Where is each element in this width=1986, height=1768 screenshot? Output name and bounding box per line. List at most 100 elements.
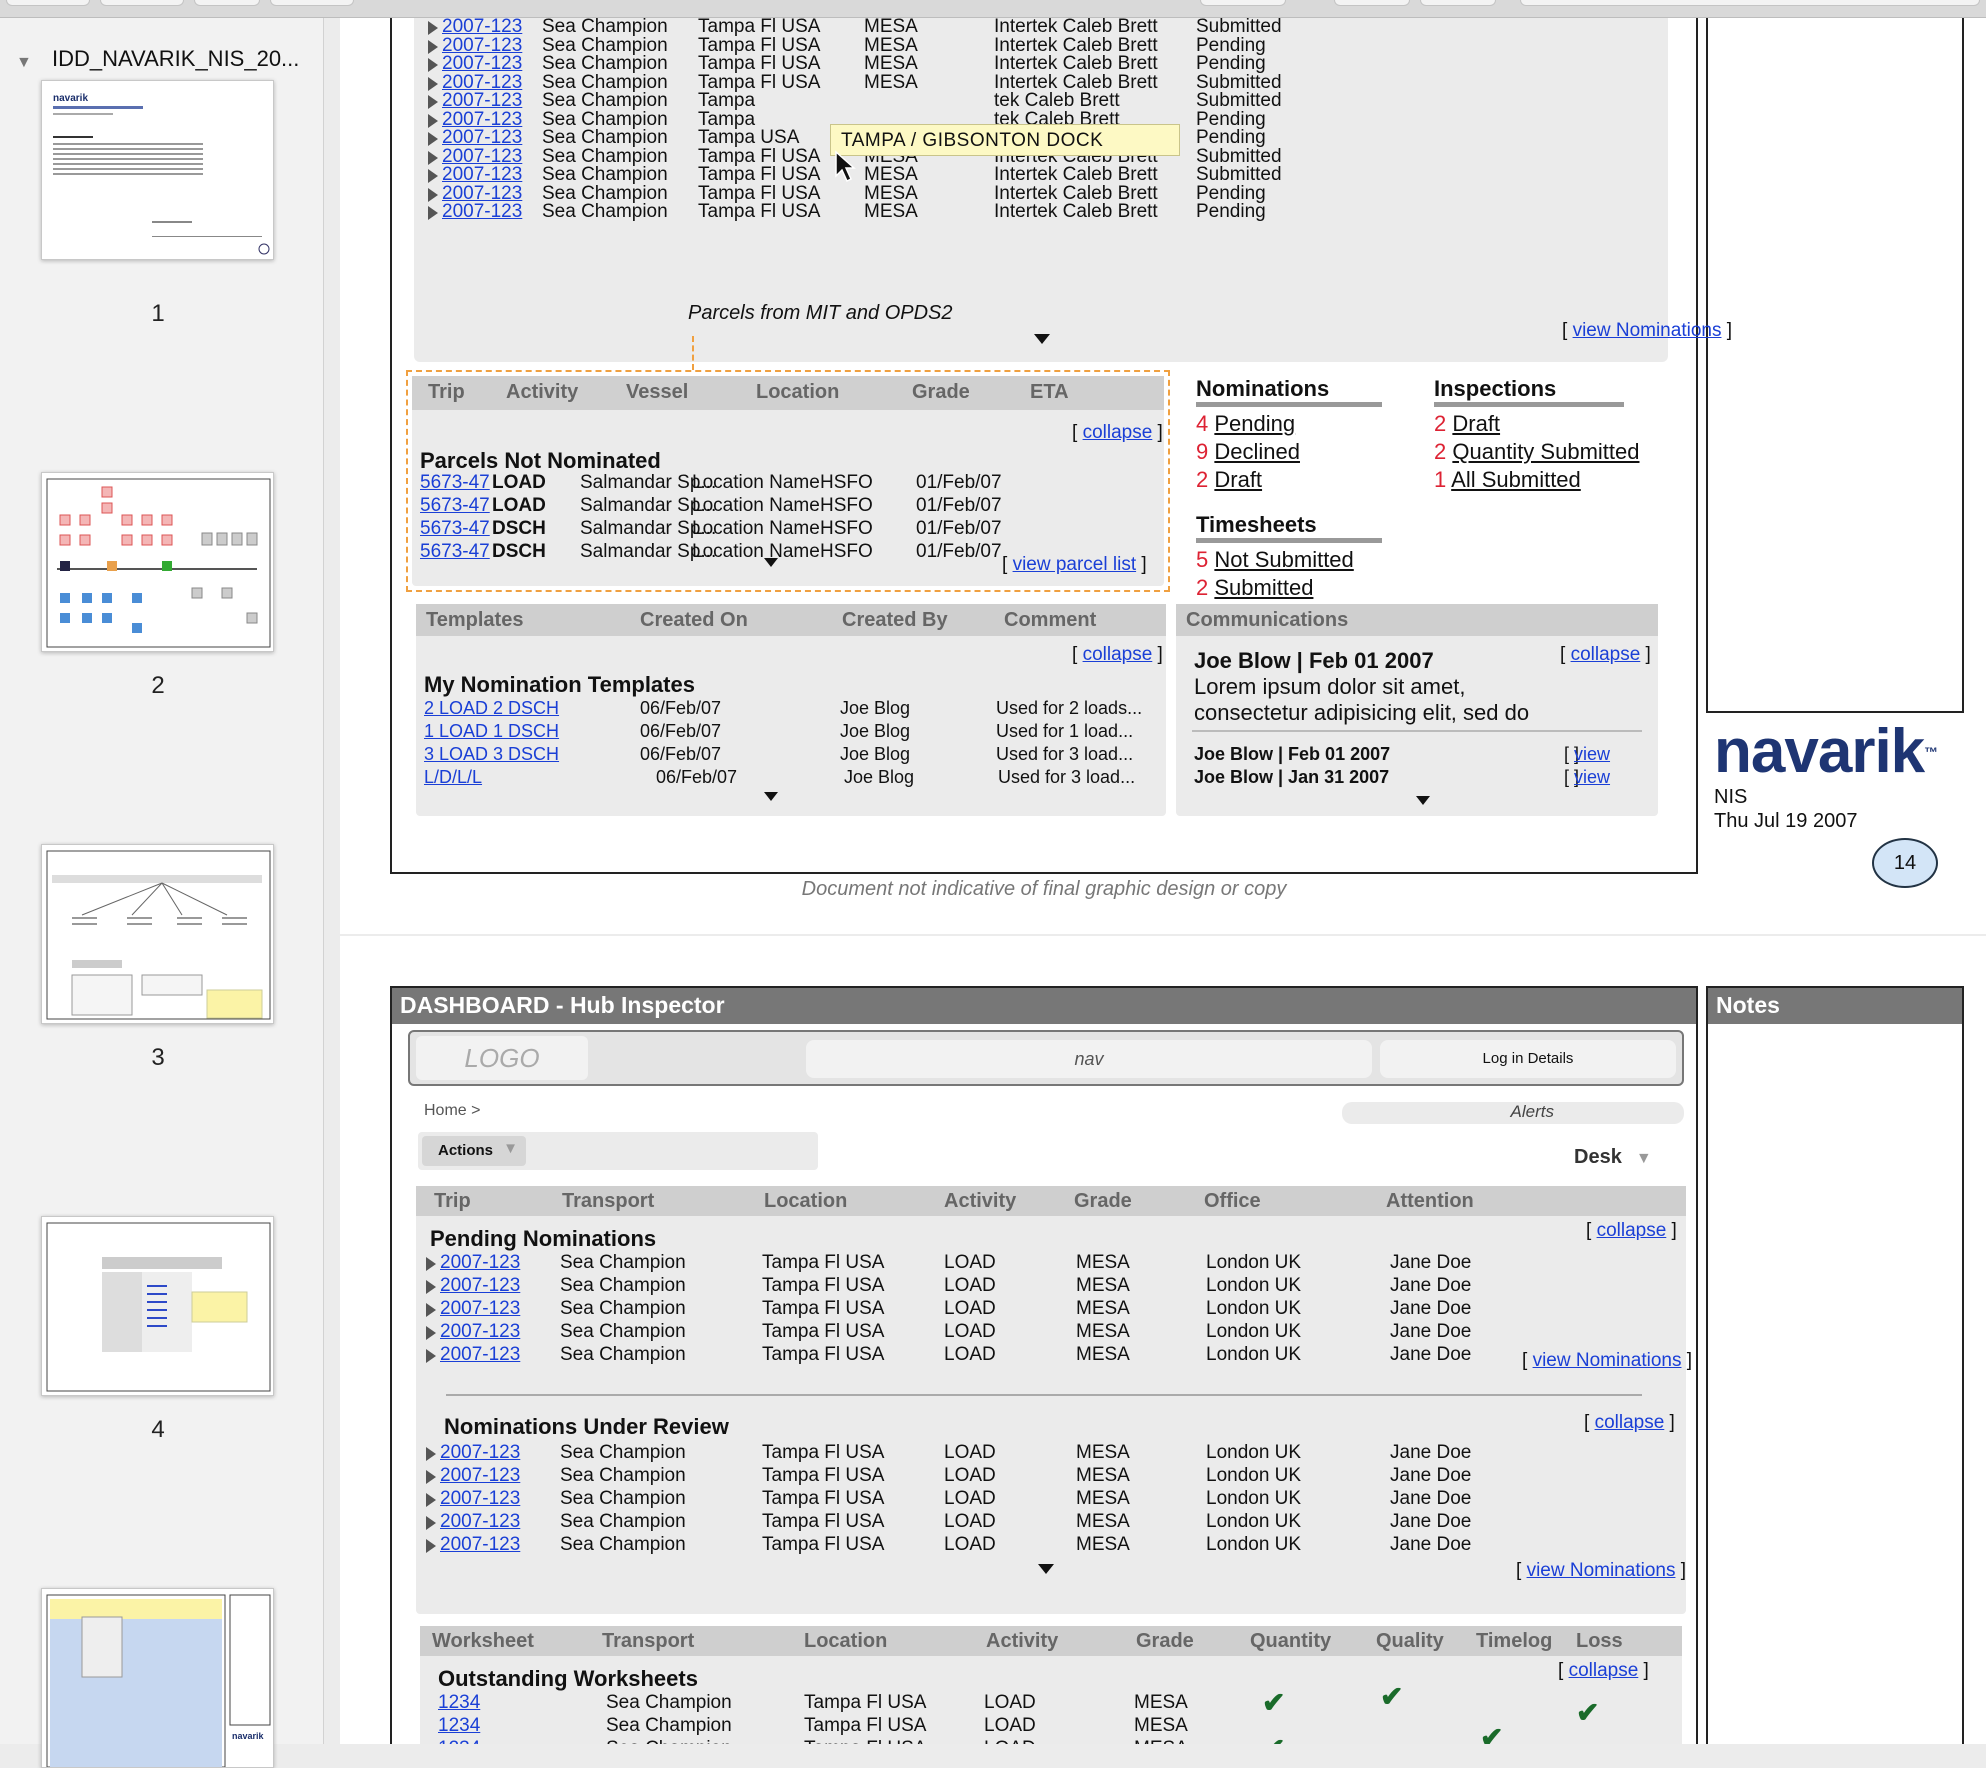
document-page-14: 2007-123 Sea Champion Tampa Fl USA MESA Inte… — [340, 18, 1986, 934]
trip-link[interactable]: 2007-123 — [440, 1465, 520, 1487]
trip-link[interactable]: 2007-123 — [440, 1298, 520, 1320]
template-link[interactable]: L/D/L/L — [424, 767, 482, 788]
trip-link[interactable]: 2007-123 — [440, 1252, 520, 1274]
template-link[interactable]: 2 LOAD 2 DSCH — [424, 698, 559, 719]
breadcrumb[interactable]: Home > — [424, 1102, 480, 1120]
toolbar-button[interactable] — [194, 0, 260, 6]
trip-link[interactable]: 2007-123 — [440, 1275, 520, 1297]
trip-link[interactable]: 5673-47 — [420, 495, 490, 517]
worksheet-link[interactable]: 1234 — [438, 1738, 480, 1744]
expand-arrow-icon[interactable] — [1416, 796, 1430, 805]
table-row: 2007-123 Sea Champion Tampa Fl USA LOAD MESA… — [416, 1275, 1516, 1299]
table-cell: MESA — [1134, 1715, 1188, 1736]
table-cell: Jane Doe — [1390, 1321, 1472, 1342]
summary-link[interactable]: Draft — [1214, 467, 1262, 492]
actions-dropdown[interactable]: Actions ▼ — [422, 1136, 526, 1166]
table-cell: Jane Doe — [1390, 1344, 1472, 1365]
trip-link[interactable]: 2007-123 — [440, 1511, 520, 1533]
table-cell: MESA — [1076, 1298, 1130, 1319]
trip-link[interactable]: 2007-123 — [440, 1442, 520, 1464]
page-thumbnail-2[interactable] — [41, 472, 274, 652]
trip-link[interactable]: 2007-123 — [440, 1344, 520, 1366]
expand-arrow-icon[interactable] — [1034, 334, 1050, 344]
view-link-wrap: [ view ] — [1564, 744, 1611, 764]
summary-item[interactable]: 2 Draft — [1434, 411, 1664, 437]
page-thumbnail-3[interactable] — [41, 844, 274, 1024]
toolbar-button[interactable] — [270, 0, 354, 6]
table-cell: Joe Blog — [840, 721, 911, 741]
table-cell: 01/Feb/07 — [916, 518, 1002, 539]
summary-link[interactable]: All Submitted — [1451, 467, 1581, 492]
collapse-link[interactable]: collapse — [1569, 1660, 1639, 1681]
view-nominations-link[interactable]: view Nominations — [1533, 1350, 1682, 1371]
summary-item[interactable]: 4 Pending — [1196, 411, 1396, 437]
page-thumbnail-5[interactable]: navarik — [41, 1588, 274, 1768]
view-link[interactable]: view — [1574, 767, 1610, 788]
table-cell: HSFO — [820, 495, 873, 516]
toolbar-button[interactable] — [6, 0, 90, 6]
view-nominations-link[interactable]: view Nominations — [1527, 1560, 1676, 1581]
expand-arrow-icon[interactable] — [764, 792, 778, 801]
summary-item[interactable]: 2 Draft — [1196, 467, 1396, 493]
view-parcel-list-link[interactable]: view parcel list — [1013, 554, 1137, 575]
toolbar-button[interactable] — [1334, 0, 1410, 6]
toolbar-button[interactable] — [1420, 0, 1496, 6]
trip-link[interactable]: 5673-47 — [420, 518, 490, 540]
summary-item[interactable]: 2 Quantity Submitted — [1434, 439, 1664, 465]
table-cell: Jane Doe — [1390, 1275, 1472, 1296]
table-cell: Sea Champion — [560, 1442, 686, 1463]
table-cell: 01/Feb/07 — [916, 472, 1002, 493]
section-title: Outstanding Worksheets — [438, 1666, 698, 1691]
table-cell: LOAD — [492, 495, 546, 516]
trip-link[interactable]: 2007-123 — [442, 201, 522, 223]
trip-link[interactable]: 2007-123 — [440, 1488, 520, 1510]
summary-link[interactable]: Pending — [1214, 411, 1295, 436]
toolbar-button[interactable] — [100, 0, 184, 6]
summary-item[interactable]: 1 All Submitted — [1434, 467, 1664, 493]
template-link[interactable]: 1 LOAD 1 DSCH — [424, 721, 559, 742]
page-label: 2 — [151, 672, 165, 699]
table-cell: LOAD — [944, 1534, 996, 1555]
table-cell: Tampa Fl USA — [762, 1465, 885, 1486]
svg-text:navarik: navarik — [53, 93, 88, 104]
collapse-link[interactable]: collapse — [1083, 644, 1153, 665]
nominations-panel: Trip Transport Location Activity Grade O… — [416, 1186, 1692, 1614]
alerts-bar[interactable]: Alerts — [1342, 1102, 1684, 1124]
expand-arrow-icon[interactable] — [764, 558, 778, 567]
summary-item[interactable]: 9 Declined — [1196, 439, 1396, 465]
disclosure-triangle-icon[interactable]: ▼ — [16, 54, 32, 72]
template-link[interactable]: 3 LOAD 3 DSCH — [424, 744, 559, 765]
view-nominations-link[interactable]: view Nominations — [1573, 320, 1722, 341]
collapse-link[interactable]: collapse — [1595, 1412, 1665, 1433]
page-thumbnail-1[interactable]: navarik — [41, 80, 274, 260]
summary-link[interactable]: Not Submitted — [1214, 547, 1353, 572]
worksheet-link[interactable]: 1234 — [438, 1715, 480, 1737]
summary-link[interactable]: Declined — [1214, 439, 1300, 464]
collapse-link[interactable]: collapse — [1083, 422, 1153, 443]
login-details[interactable]: Log in Details — [1380, 1040, 1676, 1078]
table-cell: 01/Feb/07 — [916, 495, 1002, 516]
collapse-link[interactable]: collapse — [1571, 644, 1641, 665]
summary-item[interactable]: 5 Not Submitted — [1196, 547, 1396, 573]
expand-arrow-icon[interactable] — [1038, 1564, 1054, 1574]
search-field[interactable] — [1520, 0, 1980, 6]
table-cell: Jane Doe — [1390, 1252, 1472, 1273]
nav-bar[interactable]: nav — [806, 1040, 1372, 1078]
trip-link[interactable]: 5673-47 — [420, 541, 490, 563]
trip-link[interactable]: 5673-47 — [420, 472, 490, 494]
trip-link[interactable]: 2007-123 — [440, 1321, 520, 1343]
desk-selector[interactable]: Desk ▼ — [1574, 1146, 1652, 1169]
page-thumbnail-4[interactable] — [41, 1216, 274, 1396]
summary-item[interactable]: 2 Submitted — [1196, 575, 1396, 601]
table-cell: Jane Doe — [1390, 1488, 1472, 1509]
toolbar-button[interactable] — [1200, 0, 1286, 6]
trip-link[interactable]: 2007-123 — [440, 1534, 520, 1556]
summary-link[interactable]: Draft — [1452, 411, 1500, 436]
collapse-link[interactable]: collapse — [1597, 1220, 1667, 1241]
view-link[interactable]: view — [1574, 744, 1610, 765]
worksheet-link[interactable]: 1234 — [438, 1692, 480, 1714]
summary-link[interactable]: Submitted — [1214, 575, 1313, 600]
summary-link[interactable]: Quantity Submitted — [1452, 439, 1639, 464]
message-row: Joe Blow | Feb 01 2007 [ view ] — [1176, 744, 1656, 768]
table-row: 1 LOAD 1 DSCH 06/Feb/07 Joe Blog Used for 1… — [416, 721, 1166, 745]
